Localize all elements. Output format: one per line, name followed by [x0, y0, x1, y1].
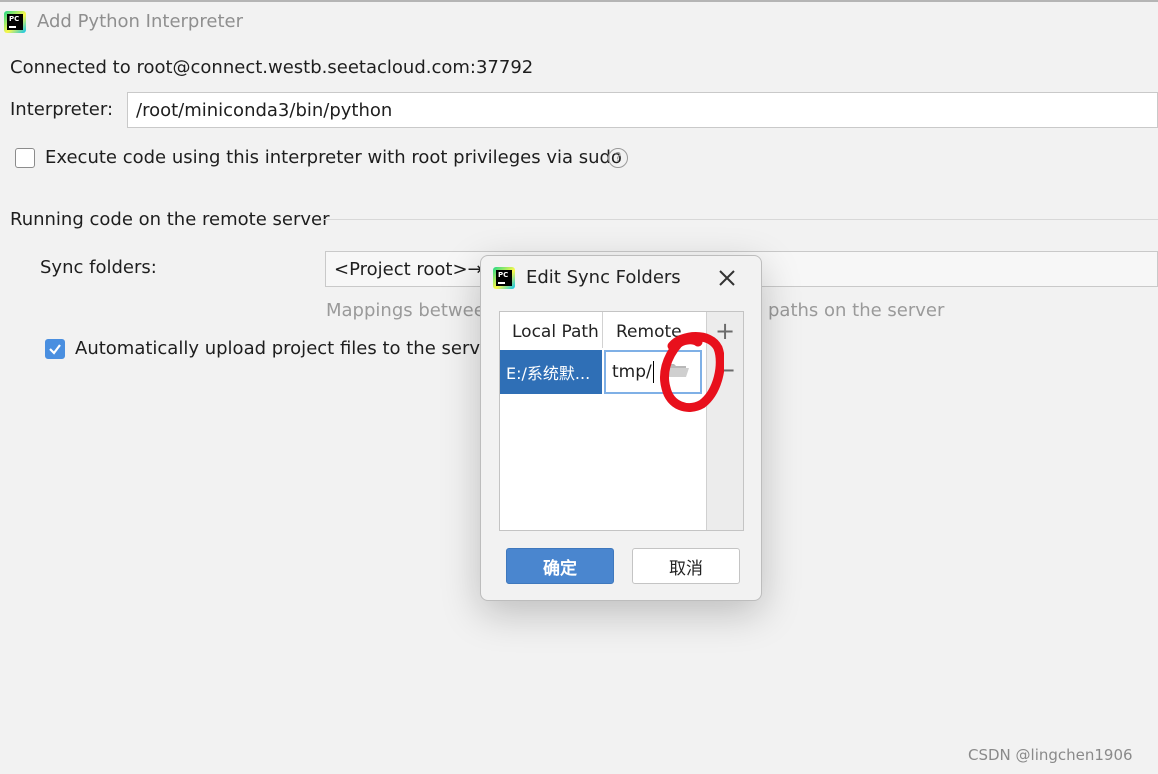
watermark: CSDN @lingchen1906 — [968, 746, 1133, 764]
window-title: Add Python Interpreter — [37, 11, 243, 32]
sync-hint-right: paths on the server — [768, 300, 945, 321]
remote-path-value: tmp/ — [612, 362, 652, 382]
section-separator — [322, 219, 1158, 220]
ok-button[interactable]: 确定 — [506, 548, 614, 584]
edit-sync-folders-dialog: PC Edit Sync Folders Local Path Remote E… — [480, 255, 762, 601]
sync-folders-value: <Project root>→ — [334, 258, 483, 280]
top-border — [0, 0, 1158, 2]
column-header-local-path[interactable]: Local Path — [512, 320, 599, 344]
dialog-title: Edit Sync Folders — [526, 267, 681, 288]
connection-status: Connected to root@connect.westb.seetaclo… — [10, 57, 534, 78]
interpreter-label: Interpreter: — [10, 99, 114, 120]
cancel-button[interactable]: 取消 — [632, 548, 740, 584]
sudo-label: Execute code using this interpreter with… — [45, 147, 622, 168]
section-title: Running code on the remote server — [10, 209, 330, 230]
pycharm-app-icon: PC — [4, 11, 26, 33]
interpreter-path-input[interactable]: /root/miniconda3/bin/python — [127, 92, 1158, 128]
sudo-checkbox[interactable] — [15, 148, 35, 168]
help-icon[interactable]: ? — [608, 148, 628, 168]
sync-hint-left: Mappings betwee — [326, 300, 485, 321]
sync-folders-label: Sync folders: — [40, 257, 157, 278]
table-row-local-path[interactable]: E:/系统默... — [500, 350, 602, 394]
auto-upload-checkbox[interactable] — [45, 339, 65, 359]
red-circle-annotation — [660, 332, 724, 412]
column-divider — [602, 312, 603, 348]
auto-upload-label: Automatically upload project files to th… — [75, 338, 499, 359]
close-icon[interactable] — [715, 266, 739, 290]
pycharm-app-icon: PC — [493, 267, 515, 289]
checkmark-icon — [49, 344, 61, 355]
